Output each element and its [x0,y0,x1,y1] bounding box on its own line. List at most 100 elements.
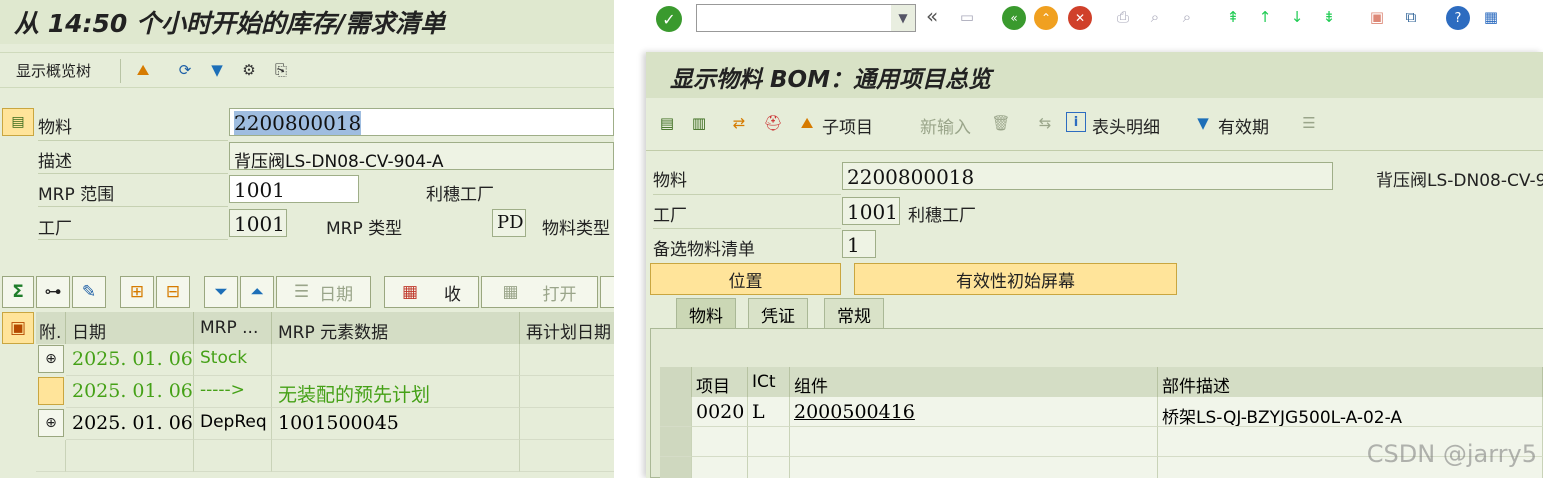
table-row: ⊕ [36,408,66,440]
divider [646,150,1543,151]
placeholder-icon [38,377,64,405]
validity-button[interactable]: 有效期 [1218,113,1269,138]
switch-icon[interactable]: ⇄ [728,112,750,134]
mrp-type-label: MRP 类型 [326,219,403,239]
collapse-tree-icon[interactable]: ⊟ [156,276,190,308]
hat-icon[interactable]: ⛑ [762,112,784,134]
position-button[interactable]: 位置 [650,263,841,295]
sort-asc-icon[interactable]: ⏶ [240,276,274,308]
display-change-icon[interactable]: ▤ [656,112,678,134]
mrp-area-input[interactable]: 1001 [229,175,359,203]
export-icon[interactable]: ⎘ [270,59,292,81]
date-button-label: 日期 [319,284,354,305]
row-selector[interactable] [660,457,692,478]
subitem-button[interactable]: 子项目 [822,113,873,138]
open-button[interactable]: ▦ 打开 [481,276,598,308]
grid-header-ict[interactable]: ICt [748,367,790,397]
tab-material[interactable]: 物料 [676,298,736,328]
back-icon[interactable]: « [1002,6,1026,30]
row-date: 2025. 01. 06 [66,376,194,408]
command-field[interactable]: ▼ [696,4,916,32]
sum-icon[interactable]: Σ [2,276,34,308]
subitem-icon[interactable]: ⛰ [796,112,818,134]
material-type-label: 物料类型 [542,219,610,239]
divider [38,140,228,141]
header-detail-button[interactable]: 表头明细 [1092,113,1160,138]
trash-icon[interactable]: 🗑 [990,112,1012,134]
enter-check-icon[interactable]: ✓ [656,6,682,32]
row-selector[interactable] [660,427,692,457]
grid-header-item[interactable]: 项目 [692,367,748,397]
previous-page-icon[interactable]: ↑ [1254,6,1276,28]
bom-page-title: 显示物料 BOM：通用项目总览 [670,67,991,93]
last-page-icon[interactable]: ⇟ [1318,6,1340,28]
other-bom-icon[interactable]: ▥ [688,112,710,134]
tab-document[interactable]: 凭证 [748,298,808,328]
print-icon[interactable]: ⎙ [1112,6,1134,28]
bom-material-desc: 背压阀LS-DN08-CV-9 [1376,171,1543,191]
grid-header-mrp-element[interactable]: MRP ... [194,312,272,344]
bom-title-bar: 显示物料 BOM：通用项目总览 [646,52,1543,98]
left-title-bar: 从 14:50 个小时开始的库存/需求清单 [0,0,614,44]
grid-select-all[interactable] [660,367,692,397]
mrp-area-label: MRP 范围 [38,185,115,205]
plant-field: 1001 [229,209,287,237]
transfer-icon[interactable]: ⇆ [1034,112,1056,134]
new-entry-button[interactable]: 新输入 [920,113,971,138]
column-layout-icon[interactable]: ☰ [1298,112,1320,134]
row-reschedule [520,344,614,376]
chevron-down-icon[interactable]: ▼ [891,5,915,31]
filter-icon[interactable]: ▼ [206,59,228,81]
empty-cell [36,440,66,472]
date-button[interactable]: ☰ 日期 [276,276,371,308]
cancel-icon[interactable]: ✕ [1068,6,1092,30]
help-icon[interactable]: ? [1446,6,1470,30]
detail-icon[interactable]: ⊕ [38,409,64,437]
refresh-icon[interactable]: ⟳ [174,59,196,81]
row-selector[interactable] [660,397,692,427]
show-tree-button[interactable]: 显示概览树 [16,60,91,81]
find-next-icon[interactable]: ⌕ [1176,6,1198,28]
validity-filter-icon[interactable]: ▼ [1192,112,1214,134]
pencil-icon[interactable]: ✎ [72,276,106,308]
empty-cell [272,440,520,472]
clipboard-icon[interactable]: ▣ [2,312,34,344]
grid-header-mrp-data[interactable]: MRP 元素数据 [272,312,520,344]
grid-header-date[interactable]: 日期 [66,312,194,344]
layout-menu-icon[interactable]: ▦ [1480,6,1502,28]
planning-icon[interactable]: ⛰ [132,59,154,81]
component-link[interactable]: 2000500416 [794,401,915,423]
material-input[interactable]: 2200800018 [229,108,614,136]
more-button[interactable] [600,276,614,308]
grid-header-component[interactable]: 组件 [790,367,1158,397]
grid-header-attach[interactable]: 附. [36,312,66,344]
row-date: 2025. 01. 06 [66,408,194,440]
exit-icon[interactable]: ⌃ [1034,6,1058,30]
next-page-icon[interactable]: ↓ [1286,6,1308,28]
empty-cell [692,427,748,457]
validity-init-button[interactable]: 有效性初始屏幕 [854,263,1177,295]
divider [653,194,841,195]
collapse-icon[interactable]: « [926,4,938,28]
new-session-icon[interactable]: ▣ [1366,6,1388,28]
system-toolbar: ✓ ▼ « ▭ « ⌃ ✕ ⎙ ⌕ ⌕ ⇞ ↑ ↓ ⇟ ▣ ⧉ ? ▦ [614,0,1543,40]
detail-icon[interactable]: ⊕ [38,345,64,373]
receipt-button[interactable]: ▦ 收 [384,276,479,308]
shortcut-icon[interactable]: ⧉ [1400,6,1422,28]
alt-bom-field: 1 [842,230,876,258]
bom-row-desc: 桥架LS-QJ-BZYJG500L-A-02-A [1158,397,1543,427]
tab-general[interactable]: 常规 [824,298,884,328]
glasses-icon[interactable]: ⊶ [36,276,70,308]
info-icon[interactable]: i [1066,112,1086,132]
first-page-icon[interactable]: ⇞ [1222,6,1244,28]
sort-desc-icon[interactable]: ⏷ [204,276,238,308]
table-row: ⊕ [36,344,66,376]
grid-header-reschedule-date[interactable]: 再计划日期 [520,312,614,344]
description-label: 描述 [38,152,72,172]
save-icon[interactable]: ▭ [956,6,978,28]
expand-tree-icon[interactable]: ⊞ [120,276,154,308]
material-folder-icon[interactable]: ▤ [2,108,34,136]
grid-header-component-desc[interactable]: 部件描述 [1158,367,1543,397]
find-icon[interactable]: ⌕ [1144,6,1166,28]
settings-icon[interactable]: ⚙ [238,59,260,81]
